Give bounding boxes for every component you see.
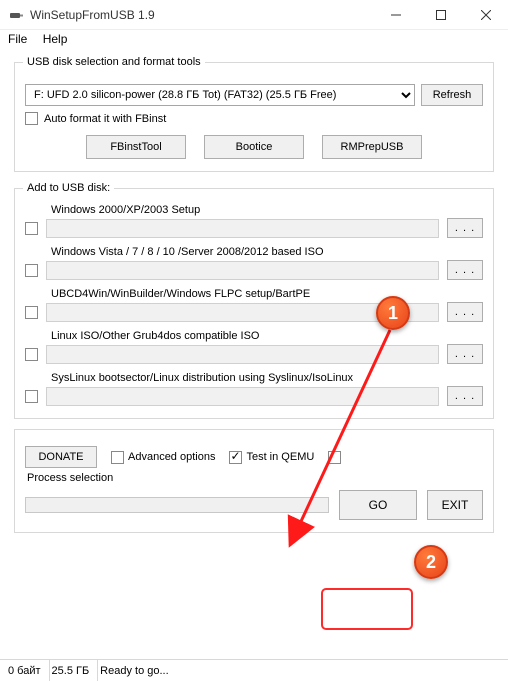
add-item-linux: Linux ISO/Other Grub4dos compatible ISO … [25,330,483,364]
callout-2: 2 [414,545,448,579]
advanced-options-label: Advanced options [128,451,215,463]
bootice-button[interactable]: Bootice [204,135,304,159]
advanced-options-checkbox[interactable] [111,451,124,464]
test-in-qemu-checkbox[interactable] [229,451,242,464]
add-item-label: Linux ISO/Other Grub4dos compatible ISO [51,330,483,342]
status-message: Ready to go... [98,660,502,681]
statusbar: 0 байт 25.5 ГБ Ready to go... [0,659,508,681]
add-item-label: UBCD4Win/WinBuilder/Windows FLPC setup/B… [51,288,483,300]
exit-button[interactable]: EXIT [427,490,483,520]
add-item-path [46,387,439,406]
add-item-path [46,261,439,280]
menu-help[interactable]: Help [43,32,68,46]
minimize-button[interactable] [373,0,418,30]
browse-button[interactable]: . . . [447,344,483,364]
browse-button[interactable]: . . . [447,218,483,238]
browse-button[interactable]: . . . [447,260,483,280]
add-item-checkbox[interactable] [25,348,38,361]
callout-1: 1 [376,296,410,330]
browse-button[interactable]: . . . [447,386,483,406]
disk-select[interactable]: F: UFD 2.0 silicon-power (28.8 ГБ Tot) (… [25,84,415,106]
add-item-checkbox[interactable] [25,390,38,403]
autoformat-label: Auto format it with FBinst [44,113,166,125]
donate-button[interactable]: DONATE [25,446,97,468]
add-item-win2000: Windows 2000/XP/2003 Setup . . . [25,204,483,238]
go-button[interactable]: GO [339,490,417,520]
process-selection-label: Process selection [27,472,483,484]
add-item-checkbox[interactable] [25,306,38,319]
test-in-qemu-label: Test in QEMU [246,451,314,463]
add-item-checkbox[interactable] [25,264,38,277]
add-to-usb-group: Add to USB disk: Windows 2000/XP/2003 Se… [14,182,494,419]
maximize-button[interactable] [418,0,463,30]
usb-selection-group: USB disk selection and format tools F: U… [14,56,494,172]
browse-button[interactable]: . . . [447,302,483,322]
menubar: File Help [0,30,508,50]
window-title: WinSetupFromUSB 1.9 [30,8,373,22]
extra-option-checkbox[interactable] [328,451,341,464]
add-item-winvista: Windows Vista / 7 / 8 / 10 /Server 2008/… [25,246,483,280]
add-item-ubcd4win: UBCD4Win/WinBuilder/Windows FLPC setup/B… [25,288,483,322]
app-icon [8,7,24,23]
status-size: 25.5 ГБ [50,660,99,681]
add-item-checkbox[interactable] [25,222,38,235]
titlebar: WinSetupFromUSB 1.9 [0,0,508,30]
autoformat-checkbox[interactable] [25,112,38,125]
add-to-usb-legend: Add to USB disk: [23,182,114,194]
usb-selection-legend: USB disk selection and format tools [23,56,205,68]
refresh-button[interactable]: Refresh [421,84,483,106]
add-item-label: Windows Vista / 7 / 8 / 10 /Server 2008/… [51,246,483,258]
options-group: DONATE Advanced options Test in QEMU Pro… [14,429,494,533]
add-item-syslinux: SysLinux bootsector/Linux distribution u… [25,372,483,406]
status-bytes: 0 байт [6,660,50,681]
add-item-label: SysLinux bootsector/Linux distribution u… [51,372,483,384]
rmprepusb-button[interactable]: RMPrepUSB [322,135,422,159]
close-button[interactable] [463,0,508,30]
add-item-path [46,345,439,364]
menu-file[interactable]: File [8,32,27,46]
fbinsttool-button[interactable]: FBinstTool [86,135,186,159]
go-highlight [321,588,413,630]
add-item-path [46,219,439,238]
add-item-label: Windows 2000/XP/2003 Setup [51,204,483,216]
progress-bar [25,497,329,513]
